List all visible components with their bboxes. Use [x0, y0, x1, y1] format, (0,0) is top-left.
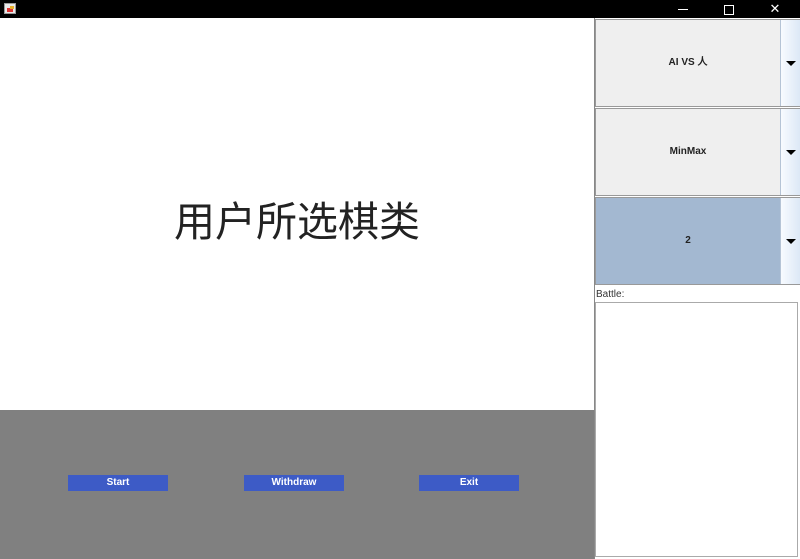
- algorithm-select-value: MinMax: [669, 146, 707, 157]
- window-titlebar[interactable]: ✕: [0, 0, 800, 18]
- close-icon: ✕: [769, 2, 781, 17]
- withdraw-button[interactable]: Withdraw: [244, 475, 344, 491]
- exit-button[interactable]: Exit: [419, 475, 519, 491]
- start-button[interactable]: Start: [68, 475, 168, 491]
- minimize-button[interactable]: [660, 0, 706, 18]
- game-board[interactable]: 用户所选棋类: [0, 18, 594, 410]
- maximize-button[interactable]: [706, 0, 752, 18]
- chevron-down-icon[interactable]: [780, 198, 800, 284]
- battle-log[interactable]: [595, 302, 798, 557]
- app-icon: [4, 3, 16, 14]
- close-button[interactable]: ✕: [752, 0, 798, 18]
- side-panel: AI VS 人 MinMax 2 Battle:: [594, 18, 800, 559]
- maximize-icon: [724, 4, 734, 15]
- board-title: 用户所选棋类: [174, 198, 420, 246]
- depth-select-value: 2: [685, 235, 691, 246]
- chevron-down-icon[interactable]: [780, 20, 800, 106]
- mode-select[interactable]: AI VS 人: [595, 19, 800, 107]
- mode-select-value: AI VS 人: [668, 57, 708, 68]
- depth-select[interactable]: 2: [595, 197, 800, 285]
- battle-label: Battle:: [596, 289, 625, 300]
- minimize-icon: [678, 9, 688, 11]
- chevron-down-icon[interactable]: [780, 109, 800, 195]
- algorithm-select[interactable]: MinMax: [595, 108, 800, 196]
